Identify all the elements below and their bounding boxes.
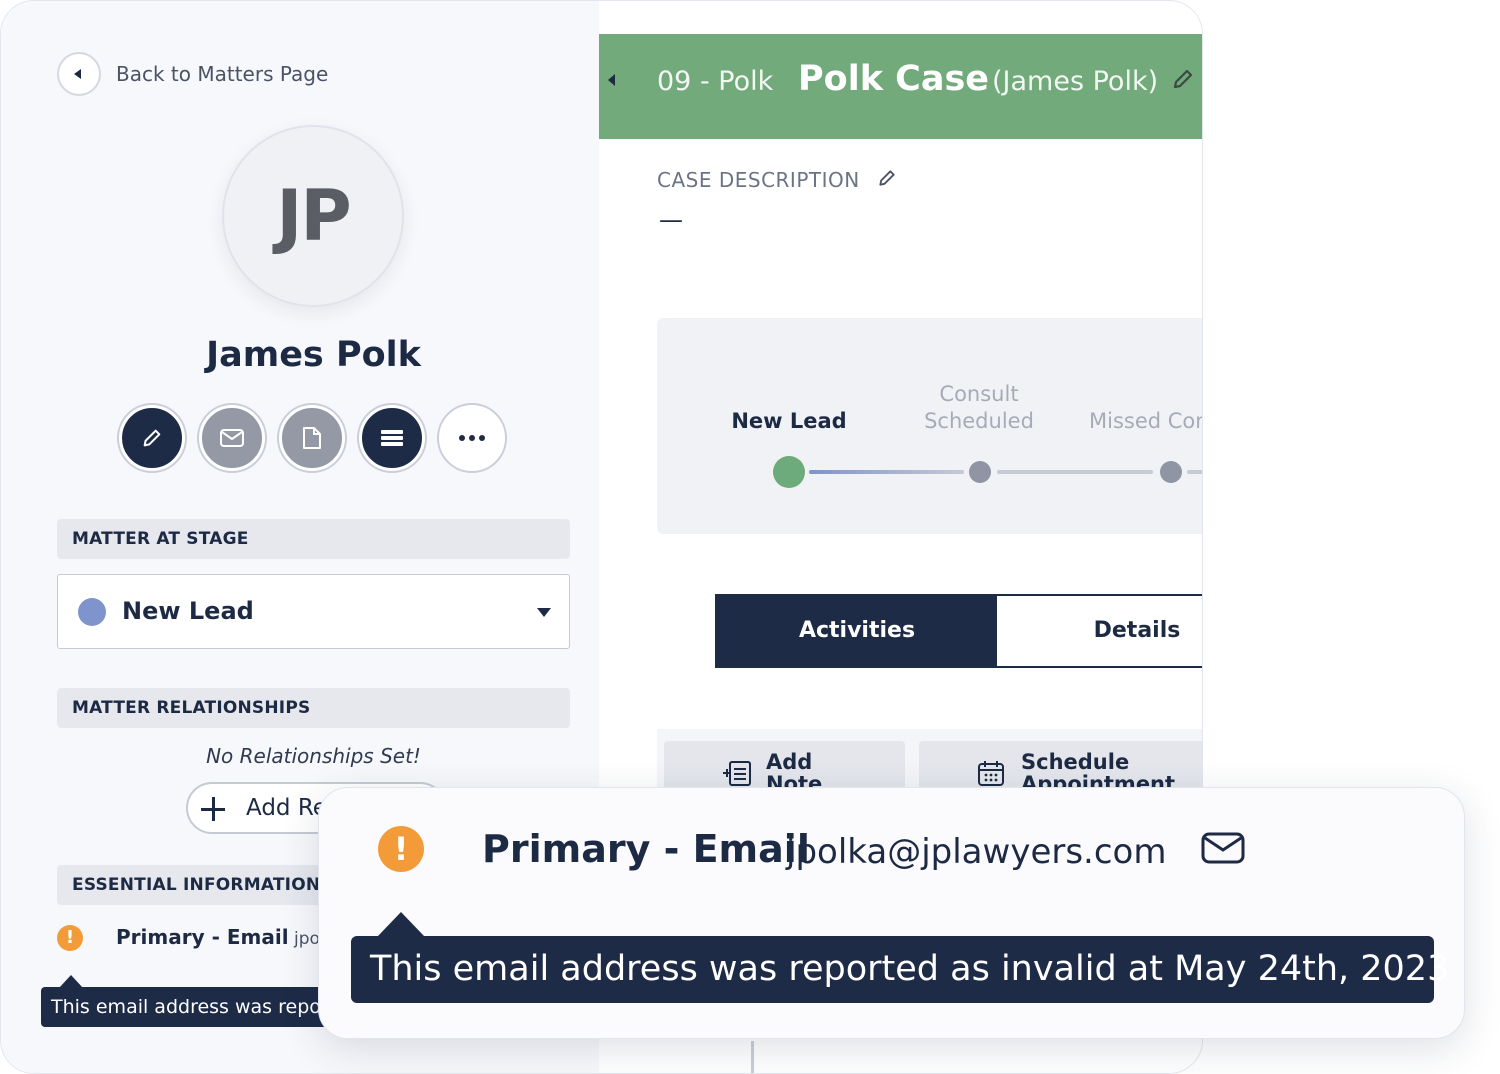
- pipeline-dot-active[interactable]: [773, 456, 805, 488]
- case-client: (James Polk): [992, 66, 1159, 97]
- stage-color-dot: [78, 598, 106, 626]
- matter-relationships-header: MATTER RELATIONSHIPS: [57, 688, 570, 728]
- matter-stage-header: MATTER AT STAGE: [57, 519, 570, 559]
- warning-icon: !: [57, 925, 83, 951]
- email-contact-button[interactable]: [199, 405, 265, 471]
- primary-email-label: Primary - Email: [482, 827, 810, 871]
- edit-contact-button[interactable]: [119, 405, 185, 471]
- pipeline-dot[interactable]: [969, 461, 991, 483]
- more-icon: [459, 435, 485, 441]
- avatar: JP: [222, 125, 404, 307]
- list-icon: [381, 430, 403, 446]
- contact-name: James Polk: [206, 335, 421, 375]
- primary-email-value[interactable]: jpolka@jplawyers.com: [786, 832, 1166, 872]
- case-title: Polk Case: [798, 59, 990, 99]
- pipeline-stage-new-lead[interactable]: New Lead: [704, 408, 874, 435]
- pipeline-connector: [1187, 470, 1202, 474]
- pencil-icon: [143, 429, 161, 447]
- stage-select-value: New Lead: [122, 597, 254, 625]
- case-description-label: CASE DESCRIPTION: [657, 168, 860, 192]
- invalid-email-tooltip: This email address was reported as inval…: [41, 987, 341, 1027]
- contact-actions: [119, 405, 505, 471]
- document-icon: [303, 427, 321, 449]
- timeline-line: [751, 1041, 754, 1073]
- warning-icon: !: [378, 826, 424, 872]
- pipeline-connector: [997, 470, 1153, 474]
- primary-email-row: ! Primary - Email jpolka@jplawyers.com: [57, 925, 484, 957]
- edit-case-icon[interactable]: [1171, 67, 1195, 91]
- stage-select[interactable]: New Lead: [57, 574, 570, 649]
- chevron-down-icon: [537, 608, 551, 617]
- calendar-icon: [978, 761, 1004, 786]
- tab-activities[interactable]: Activities: [717, 596, 997, 666]
- envelope-icon: [220, 429, 244, 447]
- list-button[interactable]: [359, 405, 425, 471]
- pipeline-dot[interactable]: [1160, 461, 1182, 483]
- pipeline-stage-consult-scheduled[interactable]: Consult Scheduled: [894, 381, 1064, 435]
- invalid-email-tooltip: This email address was reported as inval…: [351, 936, 1449, 1003]
- primary-email-label: Primary - Email: [116, 925, 289, 949]
- pipeline-connector: [809, 470, 964, 474]
- email-detail-callout: ! Primary - Email jpolka@jplawyers.com T…: [318, 787, 1465, 1039]
- case-number: 09 - Polk: [657, 66, 774, 97]
- collapse-icon[interactable]: [608, 74, 615, 86]
- pipeline-stage-missed-consult[interactable]: Missed Consult: [1089, 408, 1202, 435]
- pipeline-stage-clip: Missed Consult: [1089, 408, 1202, 435]
- more-options-button[interactable]: [439, 405, 505, 471]
- case-description-value: —: [659, 206, 683, 234]
- tab-details[interactable]: Details: [997, 596, 1202, 666]
- back-link[interactable]: Back to Matters Page: [116, 62, 328, 86]
- plus-icon: [200, 796, 226, 822]
- case-tabs: Activities Details: [715, 594, 1202, 668]
- document-button[interactable]: [279, 405, 345, 471]
- edit-description-icon[interactable]: [877, 168, 897, 188]
- no-relationships-text: No Relationships Set!: [206, 744, 421, 768]
- tooltip-arrow: [378, 912, 424, 936]
- back-button[interactable]: [57, 52, 101, 96]
- envelope-icon[interactable]: [1201, 832, 1245, 864]
- note-icon: [723, 761, 751, 786]
